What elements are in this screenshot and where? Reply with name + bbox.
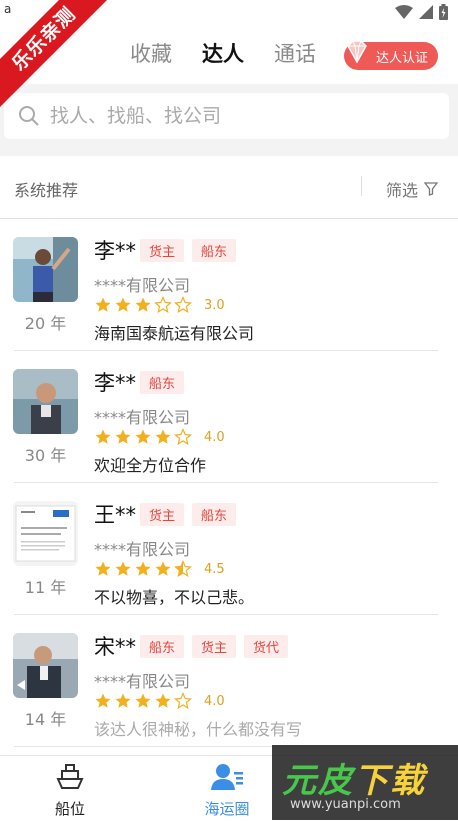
role-badge: 船东 [192,239,237,262]
signal-icon [419,5,433,19]
star-full-icon [115,429,131,444]
role-badges: 船东 货主 货代 [140,635,289,658]
role-badge: 货主 [192,635,237,658]
watermark-title-part: 下载 [354,761,426,801]
rating-stars: 4.0 [94,428,225,446]
contacts-icon [211,764,243,790]
watermark-title: 元皮下载 [282,753,426,802]
role-badges: 货主 船东 [140,503,237,526]
company-name: ****有限公司 [94,672,191,691]
expert-description: 该达人很神秘，什么都没有写 [94,720,303,739]
expert-list: 20 年 李** 货主 船东 ****有限公司 3.0 海南国泰航运有限公司 3… [0,219,458,755]
list-item[interactable]: 20 年 李** 货主 船东 ****有限公司 3.0 海南国泰航运有限公司 [0,219,458,351]
rating-score: 4.0 [204,693,225,709]
star-full-icon [155,429,171,444]
avatar [13,501,78,566]
expert-description: 海南国泰航运有限公司 [94,324,255,343]
star-full-icon [95,429,111,444]
site-watermark: 元皮下载 www.yuanpi.com [272,745,458,820]
star-empty-icon [174,428,192,445]
list-item[interactable]: 30 年 李** 船东 ****有限公司 4.0 欢迎全方位合作 [0,351,458,483]
list-item[interactable]: 11 年 王** 货主 船东 ****有限公司 4.5 不以物喜，不以己悲。 [0,483,458,615]
search-area [0,84,458,154]
filter-label: 筛选 [386,181,419,200]
search-box[interactable] [4,93,449,139]
company-name: ****有限公司 [94,540,191,559]
nav-label: 海运圈 [204,800,250,818]
role-badge: 船东 [192,503,237,526]
tab-calls[interactable]: 通话 [274,38,316,68]
rating-score: 3.0 [204,297,225,313]
expert-name: 宋** [94,635,136,659]
expert-description: 欢迎全方位合作 [94,456,207,475]
star-full-icon [135,297,151,312]
search-input[interactable] [48,104,412,128]
expert-description: 不以物喜，不以己悲。 [94,588,255,607]
watermark-url: www.yuanpi.com [290,797,401,812]
role-badge: 货主 [140,239,185,262]
filter-button[interactable]: 筛选 [386,177,439,201]
search-icon [19,106,39,126]
role-badges: 货主 船东 [140,239,237,262]
avatar [13,237,78,302]
avatar [13,633,78,698]
tab-group: 收藏 达人 通话 [130,38,316,68]
wifi-icon [395,5,413,19]
nav-label: 船位 [54,800,85,818]
list-item[interactable]: 14 年 宋** 船东 货主 货代 ****有限公司 4.0 该达人很神秘，什么… [0,615,458,747]
rating-score: 4.5 [204,561,225,577]
star-full-icon [155,561,171,576]
expert-certify-label: 达人认证 [375,50,428,66]
company-name: ****有限公司 [94,276,191,295]
funnel-icon [424,182,439,196]
expert-name: 王** [94,503,136,527]
company-name: ****有限公司 [94,408,191,427]
star-full-icon [115,693,131,708]
star-full-icon [135,561,151,576]
role-badge: 船东 [140,635,185,658]
diamond-icon [347,40,367,64]
star-empty-icon [154,296,172,313]
role-badge: 货主 [140,503,185,526]
sort-recommend-label[interactable]: 系统推荐 [14,177,78,201]
experience-years: 30 年 [24,446,67,465]
star-full-icon [135,693,151,708]
avatar [13,369,78,434]
star-empty-icon [174,692,192,709]
star-full-icon [95,297,111,312]
nav-shipping-circle[interactable]: 海运圈 [182,762,272,819]
filter-divider [361,176,362,196]
tab-experts[interactable]: 达人 [202,38,244,68]
star-full-icon [115,561,131,576]
experience-years: 20 年 [24,314,67,333]
battery-icon [439,4,448,20]
rating-stars: 4.5 [94,560,225,578]
expert-name: 李** [94,239,136,263]
star-full-icon [95,561,111,576]
filter-bar: 系统推荐 筛选 [0,156,458,219]
ship-icon [56,764,84,789]
nav-ship-position[interactable]: 船位 [25,762,115,819]
rating-score: 4.0 [204,429,225,445]
star-half-icon [174,560,192,577]
star-full-icon [155,693,171,708]
star-full-icon [95,693,111,708]
expert-name: 李** [94,371,136,395]
experience-years: 14 年 [24,710,67,729]
watermark-title-part: 元皮 [282,761,354,801]
tab-favorites[interactable]: 收藏 [130,38,172,68]
role-badges: 船东 [140,371,185,394]
status-indicator: a [4,2,12,16]
expert-certify-button[interactable]: 达人认证 [344,40,438,70]
star-full-icon [115,297,131,312]
status-icons [395,4,448,20]
rating-stars: 4.0 [94,692,225,710]
star-empty-icon [174,296,192,313]
star-full-icon [135,429,151,444]
rating-stars: 3.0 [94,296,225,314]
role-badge: 货代 [244,635,289,658]
experience-years: 11 年 [24,578,67,597]
role-badge: 船东 [140,371,185,394]
